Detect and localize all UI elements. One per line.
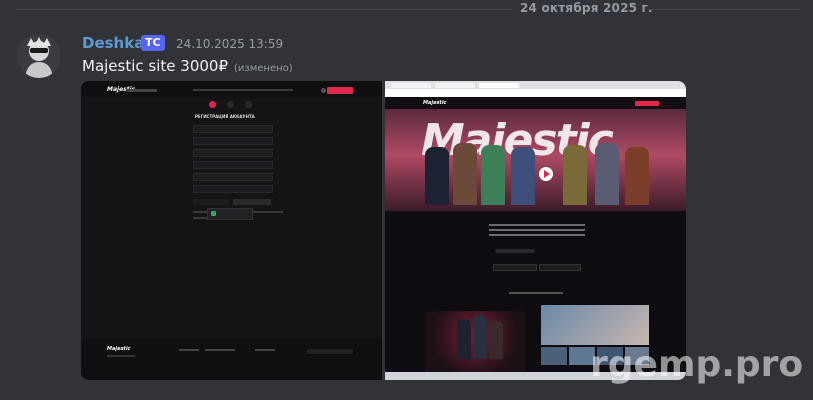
attachment-image-registration[interactable]: Majestic РЕГИСТРАЦИЯ АККАУНТА Majestic: [81, 81, 382, 380]
message-timestamp[interactable]: 24.10.2025 13:59: [176, 37, 283, 51]
message-text: Majestic site 3000₽: [82, 57, 228, 75]
section-subtitle: [509, 292, 563, 294]
continue-button[interactable]: [233, 199, 271, 205]
date-separator-label: 24 октября 2025 г.: [520, 1, 653, 15]
field-repeat-password[interactable]: [193, 173, 273, 181]
captcha-check-icon: [211, 211, 216, 216]
edited-label: (изменено): [234, 63, 293, 74]
step-1-icon: [209, 101, 216, 108]
watermark: rgemp.pro: [590, 344, 804, 385]
footer-copyright: [107, 355, 135, 357]
nav-online-counter: [127, 89, 157, 92]
field-email[interactable]: [193, 137, 273, 145]
date-divider-right: [650, 9, 800, 10]
about-text: [489, 229, 585, 231]
footer-col-1: [179, 349, 199, 351]
footer-social-icons[interactable]: [307, 349, 353, 354]
hero-character: [511, 147, 535, 205]
site-start-button[interactable]: [635, 101, 659, 106]
browser-address-bar[interactable]: [385, 89, 686, 97]
user-icon[interactable]: [321, 88, 326, 93]
hero-character: [595, 143, 619, 205]
feature-tag[interactable]: [495, 249, 535, 253]
step-3-icon: [245, 101, 252, 108]
hero-character: [563, 145, 587, 205]
browser-tab[interactable]: [391, 83, 431, 88]
captcha-widget[interactable]: [207, 208, 253, 220]
message-content: Majestic site 3000₽ (изменено): [82, 57, 293, 75]
option-button[interactable]: [493, 264, 537, 271]
footer-col-2: [205, 349, 235, 351]
promo-character: [457, 319, 471, 359]
hero-character: [453, 143, 477, 205]
nav-links: [193, 89, 293, 91]
attachment-image-landing[interactable]: Majestic Majestic: [385, 81, 686, 380]
hero-character: [625, 147, 649, 205]
hero-character: [481, 145, 505, 205]
date-divider-left: [16, 9, 512, 10]
about-text: [489, 224, 585, 226]
option-button[interactable]: [539, 264, 581, 271]
start-play-button[interactable]: [327, 87, 353, 94]
site-brand-logo: Majestic: [423, 100, 447, 106]
field-username[interactable]: [193, 125, 273, 133]
browser-tab[interactable]: [435, 83, 475, 88]
play-icon: [544, 170, 550, 178]
promo-character: [473, 315, 487, 359]
server-tag-badge: ТС: [141, 35, 165, 51]
field-password[interactable]: [193, 161, 273, 169]
gallery-thumb[interactable]: [541, 347, 567, 365]
footer-col-3: [255, 349, 275, 351]
video-thumbnail[interactable]: [541, 305, 649, 345]
hero-character: [425, 147, 449, 205]
play-video-button[interactable]: [539, 167, 553, 181]
step-2-icon: [227, 101, 234, 108]
have-account-button[interactable]: [193, 199, 229, 205]
author-name[interactable]: Deshka: [82, 34, 144, 52]
date-separator: 24 октября 2025 г.: [0, 0, 813, 20]
promo-character: [489, 321, 503, 359]
field-confirm-email[interactable]: [193, 149, 273, 157]
avatar[interactable]: [17, 34, 61, 78]
browser-tab-active[interactable]: [479, 83, 519, 88]
about-text: [489, 234, 585, 236]
field-promo[interactable]: [193, 185, 273, 193]
footer-brand-logo: Majestic: [107, 346, 131, 352]
form-title: РЕГИСТРАЦИЯ АККАУНТА: [195, 114, 255, 119]
